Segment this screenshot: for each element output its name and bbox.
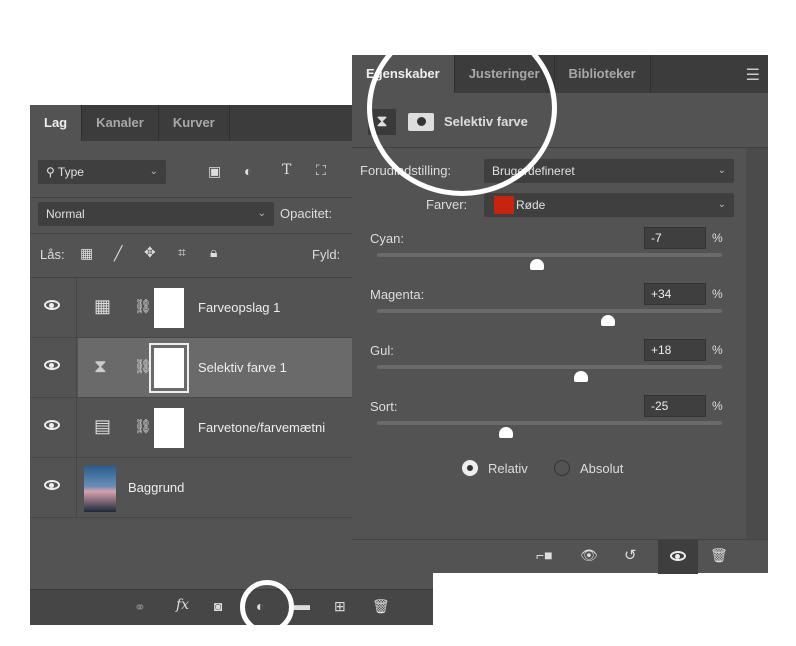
slider-thumb[interactable] [499,427,514,438]
filter-label: Type [57,165,84,179]
slider-thumb[interactable] [573,371,588,382]
lock-move-icon[interactable]: ✥ [144,244,156,261]
chevron-down-icon: ⌄ [257,208,266,219]
slider-label: Gul: [370,343,394,358]
visibility-eye-icon[interactable] [44,480,60,490]
percent-label: % [712,231,723,245]
chevron-down-icon: ⌄ [717,165,726,176]
radio-relative[interactable] [462,460,478,476]
link-icon[interactable]: ⛓ [134,418,152,435]
layer-name: Baggrund [128,480,185,495]
layer-row[interactable]: ⧗ ⛓ Selektiv farve 1 [30,338,352,398]
percent-label: % [712,343,723,357]
highlight-circle [367,20,557,196]
layer-row[interactable]: Baggrund [30,458,352,518]
slider-label: Magenta: [370,287,425,302]
type-filter-icon[interactable]: T [282,162,291,178]
lock-artboard-icon[interactable]: ⌗ [178,244,186,261]
search-icon: ⚲ [46,165,58,179]
layer-name: Selektiv farve 1 [198,360,287,375]
slider-track[interactable] [377,309,722,313]
radio-absolute[interactable] [554,460,570,476]
toggle-visibility-button[interactable] [658,540,698,574]
blend-mode-value: Normal [46,207,85,221]
panel-menu-icon[interactable]: ☰ [746,65,760,85]
clip-to-layer-icon[interactable]: ⌐■ [536,547,553,563]
new-layer-icon[interactable]: ⊞ [334,598,346,615]
percent-label: % [712,287,723,301]
visibility-eye-icon[interactable] [44,360,60,370]
tab-channels[interactable]: Kanaler [82,105,159,141]
reset-icon[interactable]: ↺ [624,546,637,564]
adjustment-filter-icon[interactable]: ◐ [244,163,252,179]
layer-mask-thumbnail[interactable] [154,288,184,328]
slider-thumb[interactable] [601,315,616,326]
selective-color-icon: ⧗ [94,356,107,376]
slider-track[interactable] [377,365,722,369]
properties-bottom-bar: ⌐■ 👁︎ ↺ 🗑︎ [352,539,768,574]
slider-value-input[interactable]: +18 [644,339,706,361]
lock-all-icon[interactable]: 🔒︎ [210,244,217,261]
hue-saturation-icon: ▤ [94,416,112,436]
layer-name: Farveopslag 1 [198,300,281,315]
colors-value: Røde [516,198,546,212]
trash-icon[interactable]: 🗑︎ [710,547,728,564]
trash-icon[interactable]: 🗑︎ [372,598,390,615]
layer-row[interactable]: ▦ ⛓ Farveopslag 1 [30,278,352,338]
eye-icon [670,551,686,561]
relative-label: Relativ [488,461,528,476]
fx-icon[interactable]: fx [176,597,189,613]
grid-icon: ▦ [94,296,112,316]
image-thumbnail[interactable] [84,466,116,512]
layer-mask-thumbnail[interactable] [154,408,184,448]
tab-layers[interactable]: Lag [30,105,83,141]
slider-label: Cyan: [370,231,404,246]
slider-thumb[interactable] [530,259,545,270]
color-swatch [494,196,514,214]
colors-label: Farver: [426,197,468,212]
blend-mode-select[interactable]: Normal ⌄ [38,202,274,226]
layers-bottom-bar: ⚭ fx ◙ ◐ ▬ ⊞ 🗑︎ [30,589,433,625]
slider-value-input[interactable]: +34 [644,283,706,305]
lock-label: Lås: [40,247,65,262]
layer-filter-select[interactable]: ⚲ Type ⌄ [38,160,166,184]
slider-track[interactable] [377,253,722,257]
tab-paths[interactable]: Kurver [159,105,230,141]
layer-name: Farvetone/farvemætni [198,420,326,435]
colors-select[interactable]: Røde ⌄ [484,193,734,217]
layer-mask-thumbnail[interactable] [149,343,189,393]
scrollbar[interactable] [746,148,768,540]
slider-track[interactable] [377,421,722,425]
shape-filter-icon[interactable]: ⛶ [316,162,326,179]
chevron-down-icon: ⌄ [717,199,726,210]
slider-value-input[interactable]: -25 [644,395,706,417]
visibility-eye-icon[interactable] [44,420,60,430]
absolute-label: Absolut [580,461,624,476]
layer-row[interactable]: ▤ ⛓ Farvetone/farvemætni [30,398,352,458]
opacity-label: Opacitet: [280,206,333,221]
lock-brush-icon[interactable]: ╱ [114,245,122,262]
folder-icon[interactable]: ▬ [294,597,310,615]
visibility-eye-icon[interactable] [44,300,60,310]
link-layers-icon[interactable]: ⚭ [134,599,146,616]
chevron-down-icon: ⌄ [149,166,158,177]
percent-label: % [712,399,723,413]
lock-transparency-icon[interactable]: ▦ [80,245,93,262]
view-previous-state-icon[interactable]: 👁︎ [580,547,598,564]
tab-libraries[interactable]: Biblioteker [555,55,651,93]
link-icon[interactable]: ⛓ [134,298,152,315]
add-mask-icon[interactable]: ◙ [214,598,222,614]
fill-label: Fyld: [312,247,341,262]
link-icon[interactable]: ⛓ [134,358,152,375]
image-filter-icon[interactable]: ▣ [208,163,221,180]
slider-label: Sort: [370,399,398,414]
highlight-circle [240,580,294,634]
slider-value-input[interactable]: -7 [644,227,706,249]
